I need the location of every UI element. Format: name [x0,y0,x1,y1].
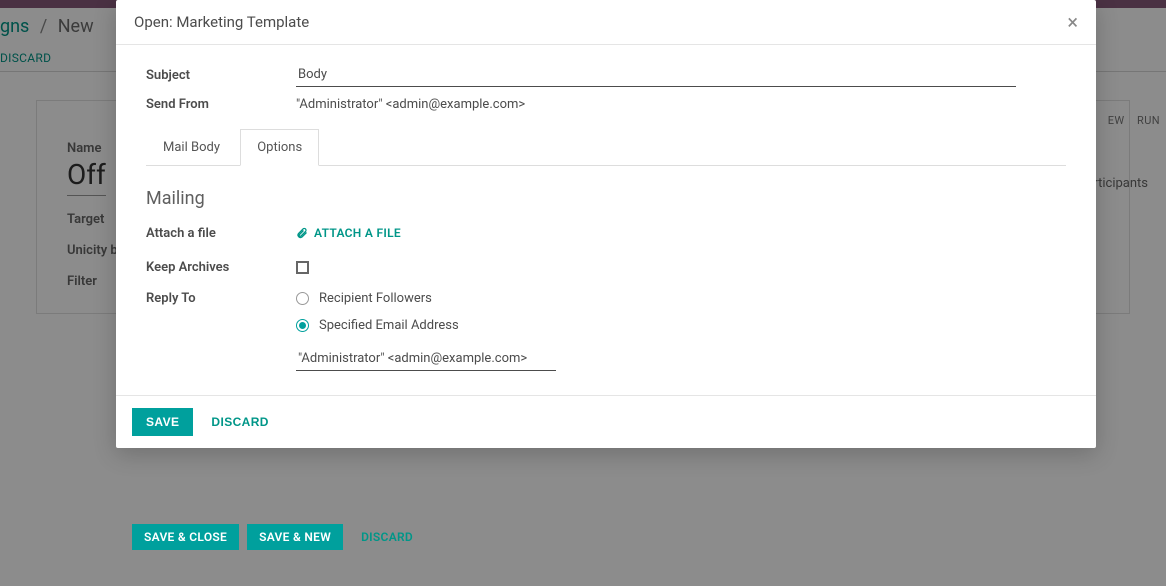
reply-followers-radio[interactable]: Recipient Followers [296,291,459,306]
send-from-label: Send From [146,97,296,112]
reply-to-radio-group: Recipient Followers Specified Email Addr… [296,291,459,333]
mailing-section-title: Mailing [146,188,1066,209]
paperclip-icon [296,227,308,239]
reply-to-label: Reply To [146,291,296,306]
attach-file-text: ATTACH A FILE [314,226,401,240]
reply-specified-radio[interactable]: Specified Email Address [296,318,459,333]
tab-bar: Mail Body Options [146,128,1066,166]
dialog-header: Open: Marketing Template × [116,0,1096,45]
close-icon[interactable]: × [1067,12,1078,32]
discard-button[interactable]: DISCARD [201,408,278,436]
tab-options[interactable]: Options [240,129,319,166]
radio-checked-icon [296,319,309,332]
save-new-button[interactable]: SAVE & NEW [247,524,343,550]
attach-file-button[interactable]: ATTACH A FILE [296,226,401,240]
inner-discard-button[interactable]: DISCARD [351,524,423,550]
keep-archives-checkbox[interactable] [296,261,309,274]
save-button[interactable]: SAVE [132,408,193,436]
inner-form-footer: SAVE & CLOSE SAVE & NEW DISCARD [132,524,423,550]
subject-label: Subject [146,68,296,83]
tab-mail-body[interactable]: Mail Body [146,129,237,166]
save-close-button[interactable]: SAVE & CLOSE [132,524,239,550]
send-from-value: "Administrator" <admin@example.com> [296,97,1066,112]
reply-specified-label: Specified Email Address [319,318,459,333]
reply-followers-label: Recipient Followers [319,291,432,306]
dialog-footer: SAVE DISCARD [116,395,1096,448]
marketing-template-dialog: Open: Marketing Template × Subject Send … [116,0,1096,448]
dialog-body: Subject Send From "Administrator" <admin… [116,45,1096,395]
subject-input[interactable] [296,63,1016,87]
radio-icon [296,292,309,305]
keep-archives-label: Keep Archives [146,260,296,275]
attach-file-label: Attach a file [146,226,296,241]
reply-email-input[interactable] [296,347,556,371]
dialog-title: Open: Marketing Template [134,13,309,31]
